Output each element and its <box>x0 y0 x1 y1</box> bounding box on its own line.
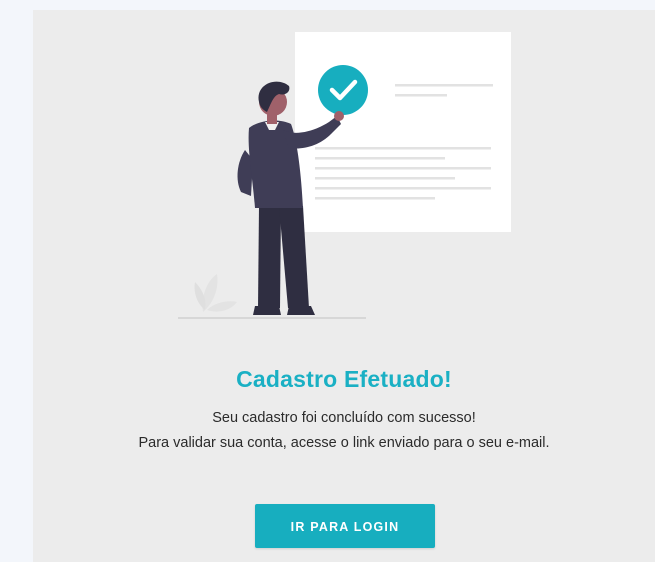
plant-icon <box>194 274 237 312</box>
validation-instructions: Para validar sua conta, acesse o link en… <box>138 435 550 451</box>
success-message: Seu cadastro foi concluído com sucesso! <box>212 410 476 426</box>
page-title: Cadastro Efetuado! <box>236 366 452 392</box>
go-to-login-button[interactable]: IR PARA LOGIN <box>255 504 435 548</box>
success-illustration <box>178 32 511 319</box>
check-circle-icon <box>318 65 368 115</box>
ground-line <box>178 317 366 319</box>
success-card: Cadastro Efetuado! Seu cadastro foi conc… <box>33 10 655 562</box>
